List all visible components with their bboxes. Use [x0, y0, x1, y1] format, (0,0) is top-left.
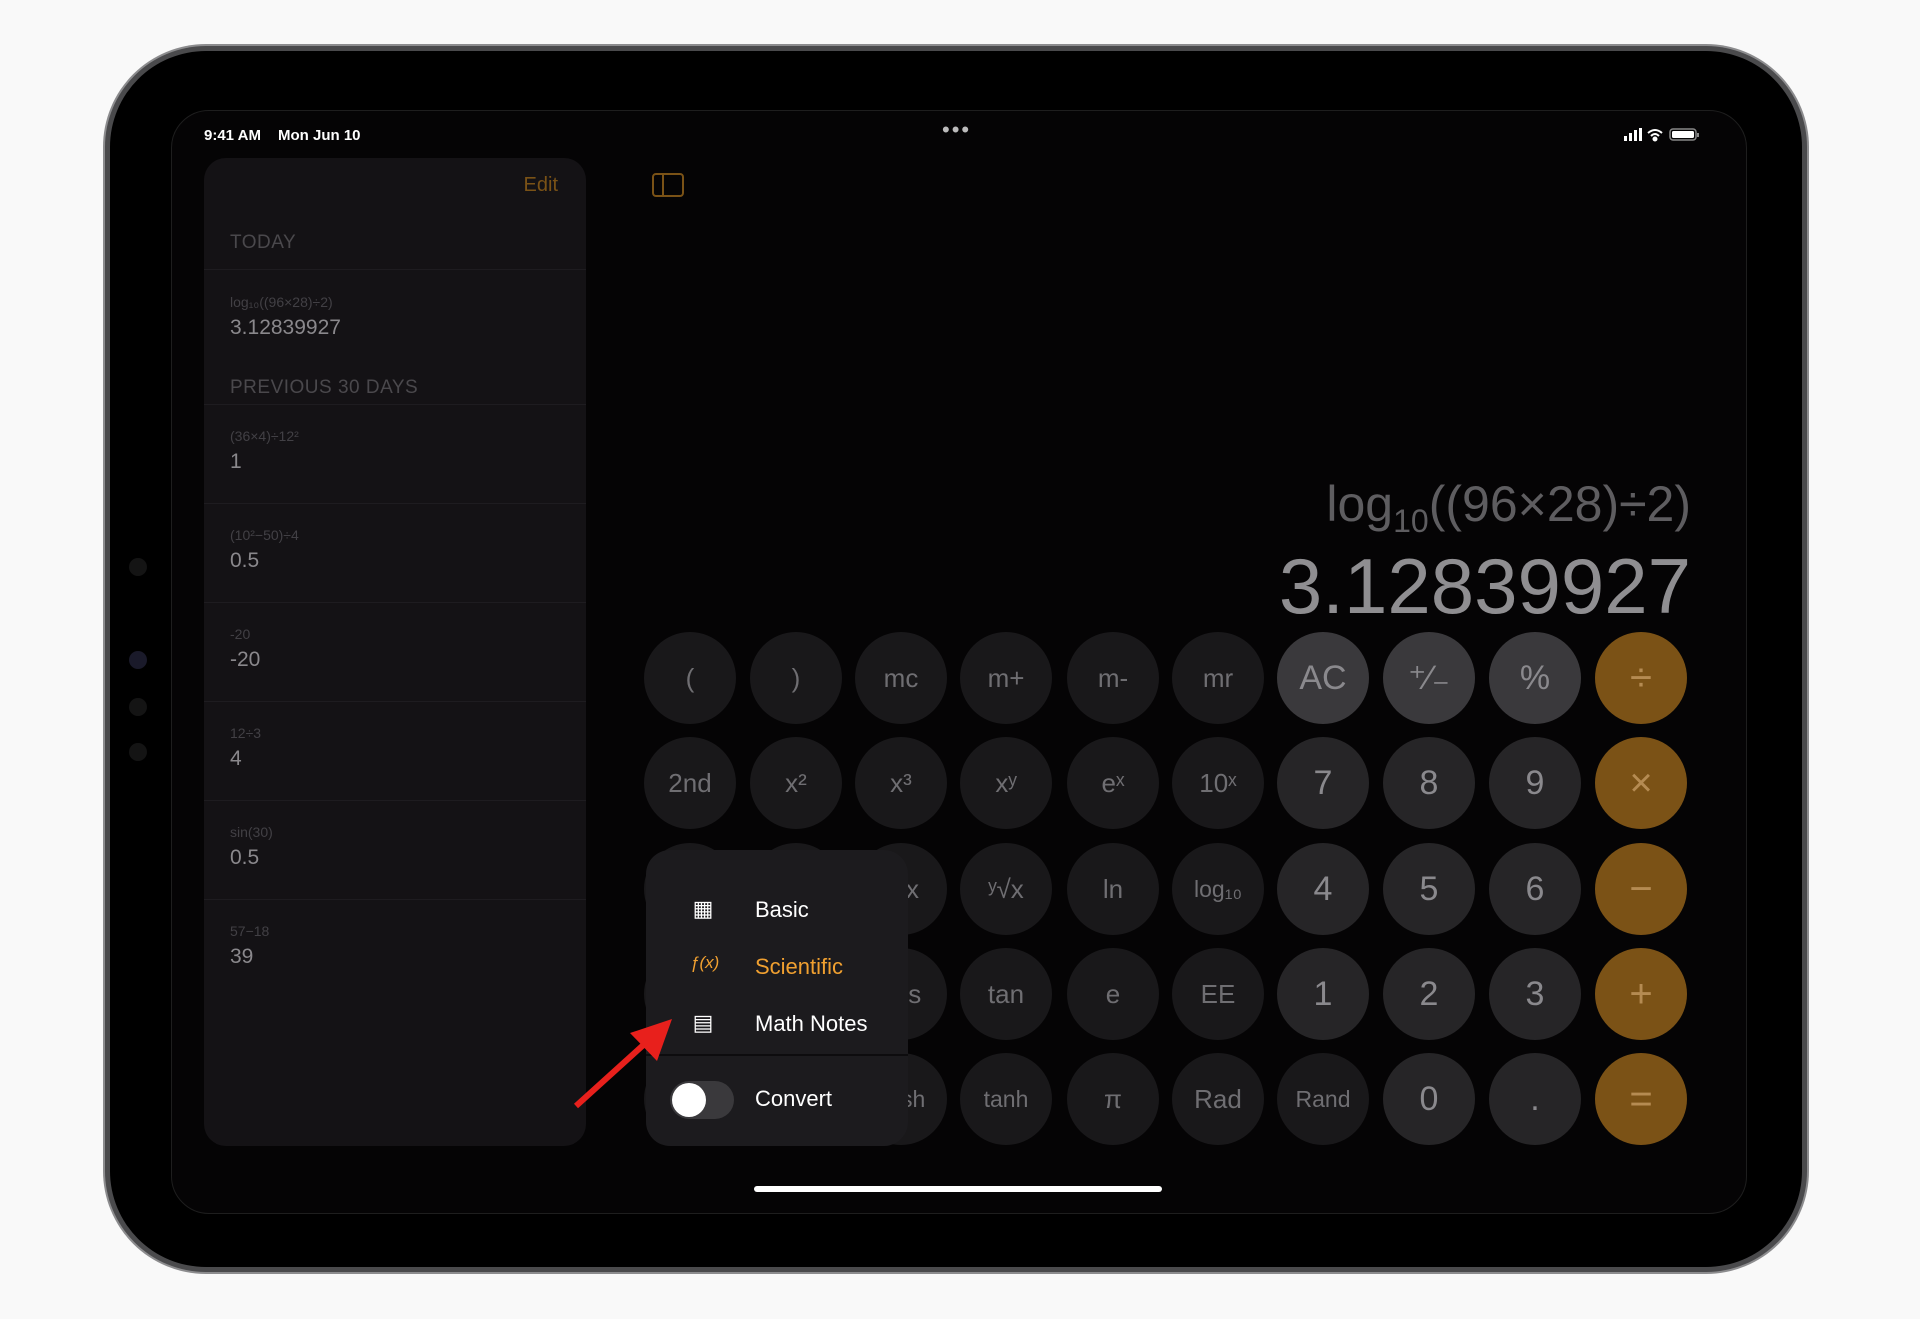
section-header-today: TODAY — [230, 232, 297, 253]
menu-item-label: Scientific — [755, 954, 844, 979]
arrow-shaft — [573, 1036, 653, 1109]
key-button[interactable]: . — [1489, 1053, 1581, 1145]
history-sidebar: Edit TODAY log₁₀((96×28)÷2) 3.12839927 P… — [204, 158, 586, 1146]
home-indicator[interactable] — [754, 1186, 1162, 1192]
history-expression: sin(30) — [230, 824, 273, 840]
menu-item-label: Basic — [755, 897, 809, 922]
status-date: Mon Jun 10 — [278, 127, 361, 144]
key-button[interactable]: log₁₀ — [1172, 843, 1264, 935]
red-arrow-annotation — [573, 1019, 672, 1109]
screen: 9:41 AM Mon Jun 10 ••• Edit TODAY log₁₀(… — [171, 110, 1747, 1214]
key-button[interactable]: AC — [1277, 632, 1369, 724]
key-button[interactable]: Rand — [1277, 1053, 1369, 1145]
key-button[interactable]: xʸ — [960, 737, 1052, 829]
key-button[interactable]: − — [1595, 843, 1687, 935]
history-expression: (10²−50)÷4 — [230, 527, 299, 543]
key-button[interactable]: 2 — [1383, 948, 1475, 1040]
multitasking-dots[interactable]: ••• — [942, 119, 971, 141]
key-button[interactable]: × — [1595, 737, 1687, 829]
function-icon: ƒ(x) — [690, 953, 720, 972]
key-button[interactable]: 6 — [1489, 843, 1581, 935]
status-time: 9:41 AM — [204, 127, 261, 144]
expression-body: ((96×28)÷2) — [1428, 476, 1691, 532]
history-result: 0.5 — [230, 846, 260, 869]
key-button[interactable]: 8 — [1383, 737, 1475, 829]
camera-sensor — [129, 698, 147, 716]
key-button[interactable]: mc — [855, 632, 947, 724]
history-result: -20 — [230, 648, 261, 671]
key-button[interactable]: 3 — [1489, 948, 1581, 1040]
history-item[interactable]: (10²−50)÷4 0.5 — [204, 503, 586, 603]
section-header-previous: PREVIOUS 30 DAYS — [230, 377, 419, 398]
sidebar-toggle-icon[interactable] — [652, 173, 684, 197]
history-expression: 57−18 — [230, 923, 270, 939]
key-button[interactable]: π — [1067, 1053, 1159, 1145]
key-button[interactable]: tanh — [960, 1053, 1052, 1145]
menu-item-label: Math Notes — [755, 1011, 868, 1036]
key-button[interactable]: ʸ√x — [960, 843, 1052, 935]
key-button[interactable]: m- — [1067, 632, 1159, 724]
history-item[interactable]: log₁₀((96×28)÷2) 3.12839927 — [204, 269, 586, 350]
result-display: 3.12839927 — [1278, 542, 1691, 630]
key-button[interactable]: ln — [1067, 843, 1159, 935]
history-result: 0.5 — [230, 549, 260, 572]
key-button[interactable]: x² — [750, 737, 842, 829]
history-item[interactable]: 12÷3 4 — [204, 701, 586, 801]
convert-label: Convert — [755, 1086, 833, 1111]
status-icons — [1624, 128, 1699, 142]
camera-sensor — [129, 558, 147, 576]
volume-button — [325, 44, 392, 50]
key-button[interactable]: 7 — [1277, 737, 1369, 829]
cellular-icon — [1624, 128, 1642, 141]
history-result: 4 — [230, 747, 242, 770]
menu-item-basic[interactable]: ▦ Basic — [646, 884, 908, 934]
history-item[interactable]: sin(30) 0.5 — [204, 800, 586, 900]
history-result: 39 — [230, 945, 254, 968]
math-notes-icon: ▤ — [692, 1010, 714, 1035]
key-button[interactable]: ⁺∕₋ — [1383, 632, 1475, 724]
key-button[interactable]: 5 — [1383, 843, 1475, 935]
battery-icon — [1669, 128, 1699, 141]
history-result: 3.12839927 — [230, 316, 341, 339]
expression-subscript: 10 — [1393, 503, 1429, 539]
menu-item-scientific[interactable]: ƒ(x) Scientific — [646, 941, 908, 991]
key-button[interactable]: 10ˣ — [1172, 737, 1264, 829]
history-expression: log₁₀((96×28)÷2) — [230, 294, 333, 310]
key-button[interactable]: 0 — [1383, 1053, 1475, 1145]
history-item[interactable]: -20 -20 — [204, 602, 586, 702]
volume-button — [245, 44, 312, 50]
expression-display: log10((96×28)÷2) — [1326, 475, 1691, 540]
key-button[interactable]: eˣ — [1067, 737, 1159, 829]
history-expression: (36×4)÷12² — [230, 428, 299, 444]
key-button[interactable]: 9 — [1489, 737, 1581, 829]
key-button[interactable]: tan — [960, 948, 1052, 1040]
history-expression: -20 — [230, 626, 251, 642]
key-button[interactable]: 4 — [1277, 843, 1369, 935]
key-button[interactable]: e — [1067, 948, 1159, 1040]
history-item[interactable]: (36×4)÷12² 1 — [204, 404, 586, 504]
key-button[interactable]: + — [1595, 948, 1687, 1040]
key-button[interactable]: = — [1595, 1053, 1687, 1145]
history-result: 1 — [230, 450, 242, 473]
key-button[interactable]: ) — [750, 632, 842, 724]
key-button[interactable]: mr — [1172, 632, 1264, 724]
calculator-icon: ▦ — [692, 896, 714, 921]
edit-button[interactable]: Edit — [524, 174, 558, 197]
expression-function: log — [1326, 476, 1394, 532]
key-button[interactable]: 2nd — [644, 737, 736, 829]
key-button[interactable]: Rad — [1172, 1053, 1264, 1145]
key-button[interactable]: m+ — [960, 632, 1052, 724]
history-item[interactable]: 57−18 39 — [204, 899, 586, 999]
camera-sensor — [129, 651, 147, 669]
key-button[interactable]: x³ — [855, 737, 947, 829]
history-expression: 12÷3 — [230, 725, 262, 741]
key-button[interactable]: % — [1489, 632, 1581, 724]
wifi-icon — [1647, 129, 1663, 142]
camera-sensor — [129, 743, 147, 761]
key-button[interactable]: ( — [644, 632, 736, 724]
key-button[interactable]: 1 — [1277, 948, 1369, 1040]
key-button[interactable]: EE — [1172, 948, 1264, 1040]
key-button[interactable]: ÷ — [1595, 632, 1687, 724]
